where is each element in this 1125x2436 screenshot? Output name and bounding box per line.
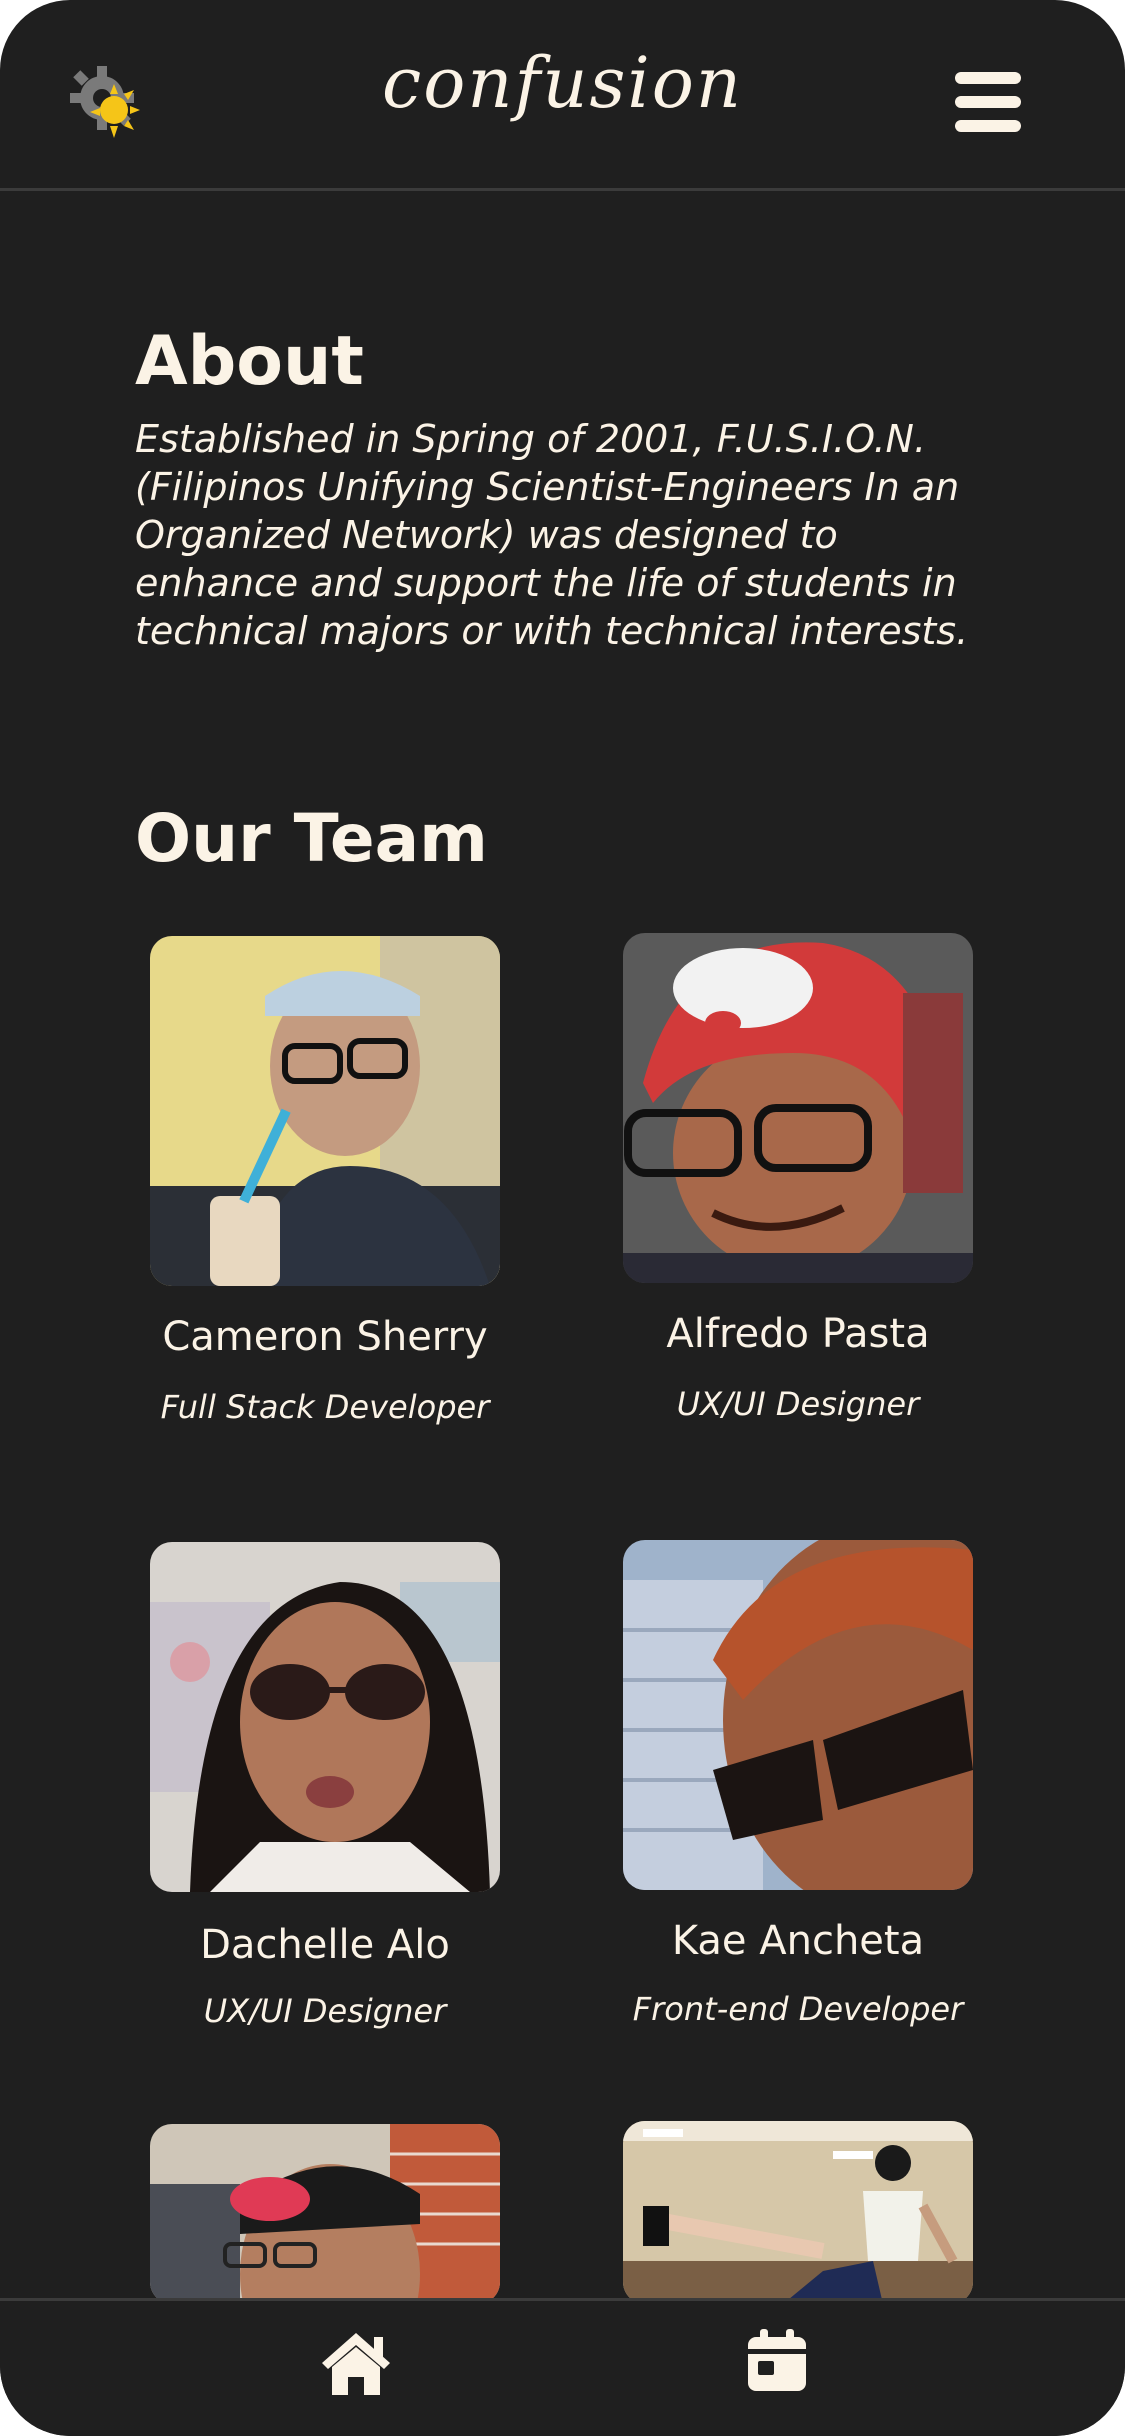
- team-member-card[interactable]: Kae Ancheta Front-end Developer: [623, 1540, 973, 2028]
- app-screen: confusion About Established in Spring of…: [0, 0, 1125, 2436]
- member-photo: [150, 936, 500, 1286]
- about-heading: About: [135, 322, 364, 401]
- team-member-card[interactable]: Dachelle Alo UX/UI Designer: [150, 1542, 500, 2030]
- member-photo: [623, 933, 973, 1283]
- team-member-card[interactable]: Cameron Sherry Full Stack Developer: [150, 936, 500, 1426]
- member-photo: [150, 2124, 500, 2304]
- home-icon[interactable]: [320, 2331, 392, 2397]
- bottom-navigation: [0, 2298, 1125, 2436]
- team-member-card[interactable]: [150, 2124, 500, 2304]
- member-name: Cameron Sherry: [162, 1314, 488, 1360]
- team-heading: Our Team: [135, 800, 488, 877]
- member-name: Alfredo Pasta: [666, 1311, 930, 1357]
- about-description: Established in Spring of 2001, F.U.S.I.O…: [135, 417, 969, 653]
- team-member-card[interactable]: [623, 2121, 973, 2304]
- member-role: UX/UI Designer: [203, 1992, 447, 2030]
- member-role: Full Stack Developer: [160, 1388, 490, 1426]
- team-member-card[interactable]: Alfredo Pasta UX/UI Designer: [623, 933, 973, 1423]
- member-role: Front-end Developer: [632, 1990, 964, 2028]
- member-photo: [623, 2121, 973, 2304]
- member-photo: [623, 1540, 973, 1890]
- member-role: UX/UI Designer: [676, 1385, 920, 1423]
- top-bar: confusion: [0, 0, 1125, 191]
- calendar-icon[interactable]: [748, 2329, 806, 2391]
- member-photo: [150, 1542, 500, 1892]
- hamburger-menu-icon[interactable]: [955, 72, 1021, 132]
- member-name: Dachelle Alo: [200, 1922, 450, 1968]
- member-name: Kae Ancheta: [671, 1918, 925, 1964]
